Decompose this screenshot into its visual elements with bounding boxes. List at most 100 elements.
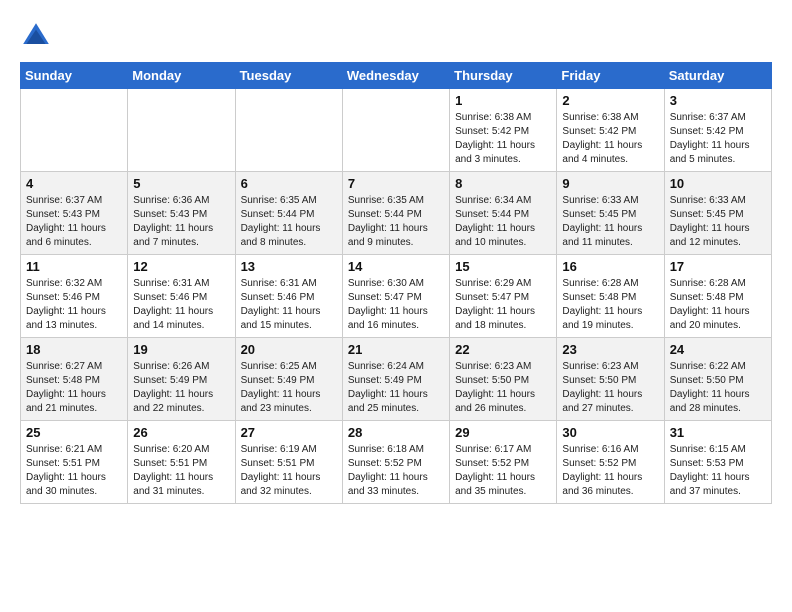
logo	[20, 20, 56, 52]
day-number: 4	[26, 176, 122, 191]
day-info: Sunrise: 6:15 AM Sunset: 5:53 PM Dayligh…	[670, 443, 766, 499]
day-number: 12	[133, 259, 229, 274]
day-info: Sunrise: 6:31 AM Sunset: 5:46 PM Dayligh…	[133, 277, 229, 333]
calendar-cell: 26Sunrise: 6:20 AM Sunset: 5:51 PM Dayli…	[128, 421, 235, 504]
calendar-cell: 17Sunrise: 6:28 AM Sunset: 5:48 PM Dayli…	[664, 255, 771, 338]
calendar-cell: 23 Sunrise: 6:23 AM Sunset: 5:50 PM Dayli…	[557, 338, 664, 421]
calendar-cell: 9 Sunrise: 6:33 AM Sunset: 5:45 PM Daylig…	[557, 172, 664, 255]
column-header-friday: Friday	[557, 63, 664, 89]
day-number: 10	[670, 176, 766, 191]
day-info: Sunrise: 6:17 AM Sunset: 5:52 PM Dayligh…	[455, 443, 551, 499]
column-header-monday: Monday	[128, 63, 235, 89]
day-info: Sunrise: 6:27 AM Sunset: 5:48 PM Dayligh…	[26, 360, 122, 416]
day-number: 21	[348, 342, 444, 357]
day-info: Sunrise: 6:32 AM Sunset: 5:46 PM Dayligh…	[26, 277, 122, 333]
day-info: Sunrise: 6:34 AM Sunset: 5:44 PM Dayligh…	[455, 194, 551, 250]
day-number: 14	[348, 259, 444, 274]
page-header	[20, 20, 772, 52]
day-info: Sunrise: 6:28 AM Sunset: 5:48 PM Dayligh…	[562, 277, 658, 333]
calendar-cell: 25 Sunrise: 6:21 AM Sunset: 5:51 PM Dayli…	[21, 421, 128, 504]
day-info: Sunrise: 6:18 AM Sunset: 5:52 PM Dayligh…	[348, 443, 444, 499]
day-info: Sunrise: 6:36 AM Sunset: 5:43 PM Dayligh…	[133, 194, 229, 250]
calendar-cell: 14 Sunrise: 6:30 AM Sunset: 5:47 PM Dayli…	[342, 255, 449, 338]
day-info: Sunrise: 6:16 AM Sunset: 5:52 PM Dayligh…	[562, 443, 658, 499]
calendar-cell	[21, 89, 128, 172]
day-number: 5	[133, 176, 229, 191]
column-header-sunday: Sunday	[21, 63, 128, 89]
logo-icon	[20, 20, 52, 52]
day-number: 26	[133, 425, 229, 440]
day-info: Sunrise: 6:37 AM Sunset: 5:43 PM Dayligh…	[26, 194, 122, 250]
calendar-week-row: 25 Sunrise: 6:21 AM Sunset: 5:51 PM Dayli…	[21, 421, 772, 504]
day-info: Sunrise: 6:38 AM Sunset: 5:42 PM Dayligh…	[562, 111, 658, 167]
column-header-tuesday: Tuesday	[235, 63, 342, 89]
calendar-week-row: 18 Sunrise: 6:27 AM Sunset: 5:48 PM Dayli…	[21, 338, 772, 421]
calendar-cell: 12 Sunrise: 6:31 AM Sunset: 5:46 PM Dayli…	[128, 255, 235, 338]
day-info: Sunrise: 6:35 AM Sunset: 5:44 PM Dayligh…	[348, 194, 444, 250]
day-info: Sunrise: 6:26 AM Sunset: 5:49 PM Dayligh…	[133, 360, 229, 416]
day-number: 7	[348, 176, 444, 191]
day-info: Sunrise: 6:25 AM Sunset: 5:49 PM Dayligh…	[241, 360, 337, 416]
calendar-table: SundayMondayTuesdayWednesdayThursdayFrid…	[20, 62, 772, 504]
calendar-cell: 16 Sunrise: 6:28 AM Sunset: 5:48 PM Dayli…	[557, 255, 664, 338]
day-number: 8	[455, 176, 551, 191]
day-number: 19	[133, 342, 229, 357]
calendar-cell: 3 Sunrise: 6:37 AM Sunset: 5:42 PM Daylig…	[664, 89, 771, 172]
day-number: 25	[26, 425, 122, 440]
day-number: 3	[670, 93, 766, 108]
calendar-cell: 10 Sunrise: 6:33 AM Sunset: 5:45 PM Dayli…	[664, 172, 771, 255]
calendar-cell: 18 Sunrise: 6:27 AM Sunset: 5:48 PM Dayli…	[21, 338, 128, 421]
calendar-cell: 15 Sunrise: 6:29 AM Sunset: 5:47 PM Dayli…	[450, 255, 557, 338]
day-info: Sunrise: 6:23 AM Sunset: 5:50 PM Dayligh…	[562, 360, 658, 416]
day-number: 30	[562, 425, 658, 440]
day-number: 22	[455, 342, 551, 357]
calendar-header-row: SundayMondayTuesdayWednesdayThursdayFrid…	[21, 63, 772, 89]
day-number: 18	[26, 342, 122, 357]
day-number: 2	[562, 93, 658, 108]
calendar-cell: 7 Sunrise: 6:35 AM Sunset: 5:44 PM Daylig…	[342, 172, 449, 255]
day-number: 13	[241, 259, 337, 274]
calendar-cell: 31 Sunrise: 6:15 AM Sunset: 5:53 PM Dayli…	[664, 421, 771, 504]
day-number: 23	[562, 342, 658, 357]
calendar-cell: 11 Sunrise: 6:32 AM Sunset: 5:46 PM Dayli…	[21, 255, 128, 338]
day-info: Sunrise: 6:21 AM Sunset: 5:51 PM Dayligh…	[26, 443, 122, 499]
day-number: 16	[562, 259, 658, 274]
calendar-cell: 8 Sunrise: 6:34 AM Sunset: 5:44 PM Daylig…	[450, 172, 557, 255]
day-number: 27	[241, 425, 337, 440]
calendar-cell: 19 Sunrise: 6:26 AM Sunset: 5:49 PM Dayli…	[128, 338, 235, 421]
day-number: 15	[455, 259, 551, 274]
calendar-cell: 4 Sunrise: 6:37 AM Sunset: 5:43 PM Daylig…	[21, 172, 128, 255]
calendar-cell: 29 Sunrise: 6:17 AM Sunset: 5:52 PM Dayli…	[450, 421, 557, 504]
calendar-cell: 21 Sunrise: 6:24 AM Sunset: 5:49 PM Dayli…	[342, 338, 449, 421]
calendar-week-row: 11 Sunrise: 6:32 AM Sunset: 5:46 PM Dayli…	[21, 255, 772, 338]
calendar-cell: 30 Sunrise: 6:16 AM Sunset: 5:52 PM Dayli…	[557, 421, 664, 504]
calendar-cell: 24Sunrise: 6:22 AM Sunset: 5:50 PM Dayli…	[664, 338, 771, 421]
day-number: 20	[241, 342, 337, 357]
day-number: 6	[241, 176, 337, 191]
day-info: Sunrise: 6:24 AM Sunset: 5:49 PM Dayligh…	[348, 360, 444, 416]
day-number: 29	[455, 425, 551, 440]
calendar-cell: 28 Sunrise: 6:18 AM Sunset: 5:52 PM Dayli…	[342, 421, 449, 504]
day-number: 31	[670, 425, 766, 440]
day-number: 11	[26, 259, 122, 274]
column-header-wednesday: Wednesday	[342, 63, 449, 89]
calendar-cell: 27 Sunrise: 6:19 AM Sunset: 5:51 PM Dayli…	[235, 421, 342, 504]
day-info: Sunrise: 6:38 AM Sunset: 5:42 PM Dayligh…	[455, 111, 551, 167]
day-number: 28	[348, 425, 444, 440]
calendar-cell: 6Sunrise: 6:35 AM Sunset: 5:44 PM Daylig…	[235, 172, 342, 255]
column-header-thursday: Thursday	[450, 63, 557, 89]
day-info: Sunrise: 6:22 AM Sunset: 5:50 PM Dayligh…	[670, 360, 766, 416]
calendar-cell: 2 Sunrise: 6:38 AM Sunset: 5:42 PM Daylig…	[557, 89, 664, 172]
day-info: Sunrise: 6:23 AM Sunset: 5:50 PM Dayligh…	[455, 360, 551, 416]
day-number: 9	[562, 176, 658, 191]
column-header-saturday: Saturday	[664, 63, 771, 89]
day-info: Sunrise: 6:19 AM Sunset: 5:51 PM Dayligh…	[241, 443, 337, 499]
day-info: Sunrise: 6:33 AM Sunset: 5:45 PM Dayligh…	[562, 194, 658, 250]
day-info: Sunrise: 6:30 AM Sunset: 5:47 PM Dayligh…	[348, 277, 444, 333]
day-info: Sunrise: 6:29 AM Sunset: 5:47 PM Dayligh…	[455, 277, 551, 333]
calendar-week-row: 4 Sunrise: 6:37 AM Sunset: 5:43 PM Daylig…	[21, 172, 772, 255]
calendar-cell: 1Sunrise: 6:38 AM Sunset: 5:42 PM Daylig…	[450, 89, 557, 172]
calendar-week-row: 1Sunrise: 6:38 AM Sunset: 5:42 PM Daylig…	[21, 89, 772, 172]
day-info: Sunrise: 6:37 AM Sunset: 5:42 PM Dayligh…	[670, 111, 766, 167]
day-info: Sunrise: 6:33 AM Sunset: 5:45 PM Dayligh…	[670, 194, 766, 250]
